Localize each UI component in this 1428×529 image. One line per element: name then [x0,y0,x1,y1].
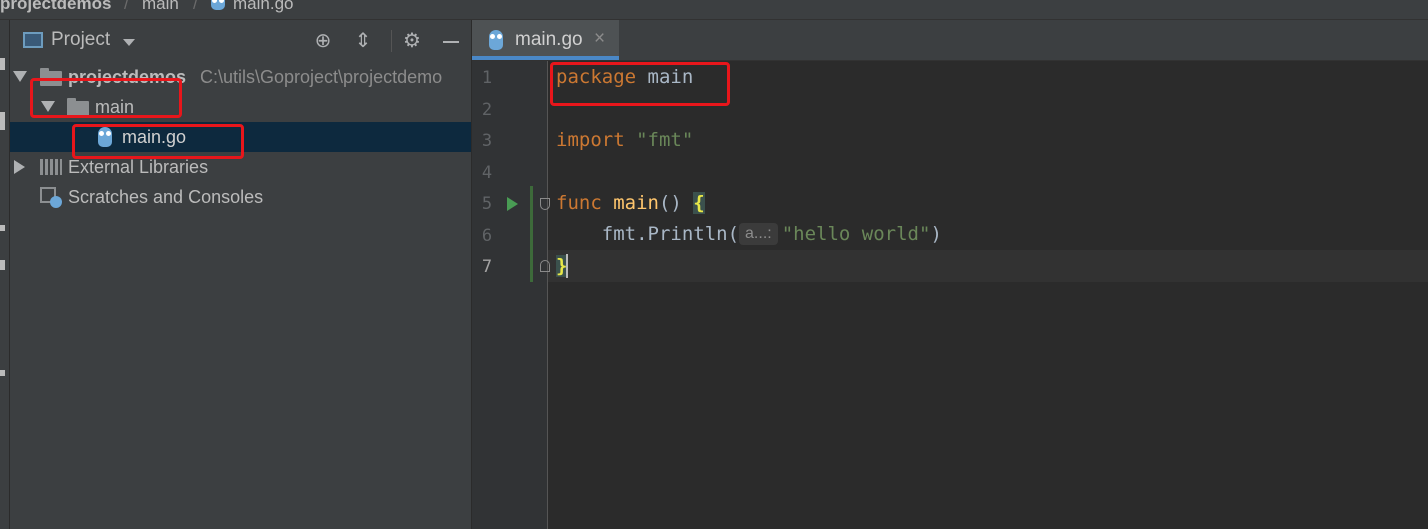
left-tool-strip[interactable] [0,20,10,529]
project-panel-header: Project ⊕ ⇕ ⚙ [10,20,471,60]
minimize-icon[interactable] [443,41,459,43]
crosshair-icon[interactable]: ⊕ [312,30,334,52]
breadcrumb-separator: / [193,0,198,13]
breadcrumb-file[interactable]: main.go [233,0,293,12]
line-number: 3 [481,131,493,151]
expand-arrow-icon[interactable] [13,71,27,82]
parameter-hint: a...: [739,223,778,245]
collapse-all-icon[interactable]: ⇕ [352,30,374,52]
clock-icon [50,196,62,208]
line-number: 4 [481,163,493,183]
header-divider [391,30,392,52]
fold-end-icon[interactable] [540,260,550,272]
highlight-box [550,62,730,106]
chevron-down-icon[interactable] [123,39,135,46]
highlight-box [72,124,244,159]
line-number: 1 [481,68,493,88]
root-path: C:\utils\Goproject\projectdemo [200,67,443,87]
breadcrumb-project[interactable]: projectdemos [0,0,111,12]
project-window-icon [23,32,43,48]
code-line-5[interactable]: func main() { [556,187,705,219]
go-file-icon [211,0,225,10]
line-number: 7 [481,257,493,277]
current-line-highlight [548,250,1428,282]
tab-label: main.go [515,29,583,50]
line-number: 6 [481,226,493,246]
scratches-label: Scratches and Consoles [68,187,264,207]
highlight-box [30,78,182,118]
go-file-icon [489,30,503,50]
gear-icon[interactable]: ⚙ [401,30,423,52]
panel-title[interactable]: Project [51,29,110,51]
line-number: 2 [481,100,493,120]
tab-main-go[interactable]: main.go × [472,20,619,60]
text-caret [566,254,568,278]
expand-arrow-icon[interactable] [14,160,25,174]
breadcrumb-separator: / [124,0,129,13]
tree-item-scratches[interactable]: Scratches and Consoles [10,182,471,212]
breadcrumb: projectdemos / main / main.go [0,0,1428,20]
change-marker [530,186,533,282]
run-gutter-icon[interactable] [507,197,518,211]
code-line-6[interactable]: fmt.Println(a...: "hello world") [556,218,942,250]
code-line-3[interactable]: import "fmt" [556,124,693,156]
fold-start-icon[interactable] [540,198,550,210]
library-icon [40,159,62,175]
close-icon[interactable]: × [594,28,605,50]
breadcrumb-folder[interactable]: main [142,0,179,12]
line-number: 5 [481,194,493,214]
